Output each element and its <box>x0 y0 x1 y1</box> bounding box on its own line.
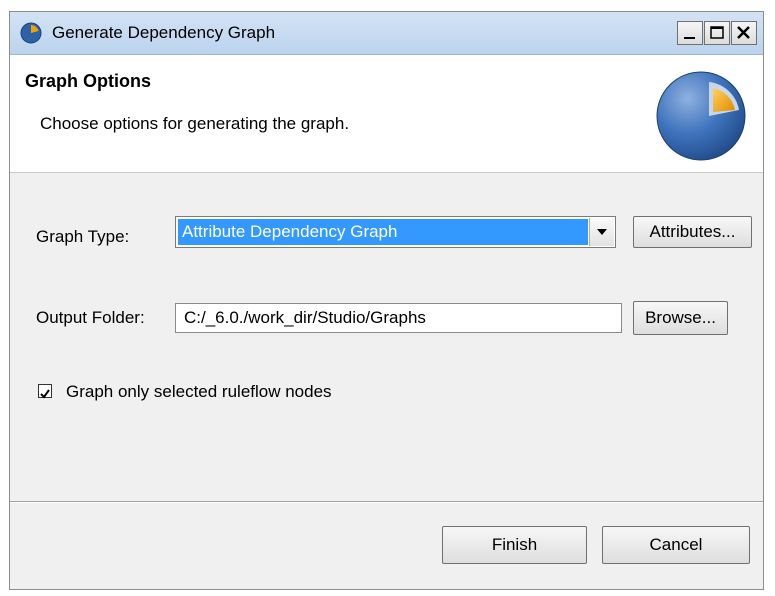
window-title: Generate Dependency Graph <box>52 23 276 42</box>
footer-divider <box>10 501 763 503</box>
minimize-button[interactable] <box>677 21 703 45</box>
minimize-icon <box>684 37 695 39</box>
maximize-icon <box>710 26 724 39</box>
attributes-button[interactable]: Attributes... <box>633 216 752 248</box>
checkmark-icon <box>40 389 50 399</box>
close-button[interactable] <box>731 21 757 45</box>
graph-type-label: Graph Type: <box>36 227 130 246</box>
banner-description: Choose options for generating the graph. <box>40 114 350 133</box>
cancel-button[interactable]: Cancel <box>602 526 750 564</box>
banner-title: Graph Options <box>25 71 151 91</box>
graph-selected-nodes-checkbox[interactable] <box>38 384 52 399</box>
output-folder-field[interactable]: C:/_6.0./work_dir/Studio/Graphs <box>175 303 622 333</box>
pie-chart-wizard-icon <box>656 71 746 161</box>
title-bar[interactable]: Generate Dependency Graph <box>10 12 763 55</box>
app-pie-icon <box>20 22 42 44</box>
dropdown-arrow-button[interactable] <box>589 218 614 246</box>
graph-type-selected-value: Attribute Dependency Graph <box>178 219 588 245</box>
close-icon <box>737 26 750 39</box>
finish-button[interactable]: Finish <box>442 526 587 564</box>
chevron-down-icon <box>597 229 607 235</box>
wizard-banner: Graph Options Choose options for generat… <box>10 55 763 173</box>
output-folder-label: Output Folder: <box>36 308 145 327</box>
browse-button[interactable]: Browse... <box>633 301 728 335</box>
graph-type-select[interactable]: Attribute Dependency Graph <box>175 216 616 248</box>
dialog-window: Generate Dependency Graph Graph Options … <box>9 11 764 590</box>
graph-selected-nodes-label[interactable]: Graph only selected ruleflow nodes <box>66 382 332 402</box>
maximize-button[interactable] <box>704 21 730 45</box>
